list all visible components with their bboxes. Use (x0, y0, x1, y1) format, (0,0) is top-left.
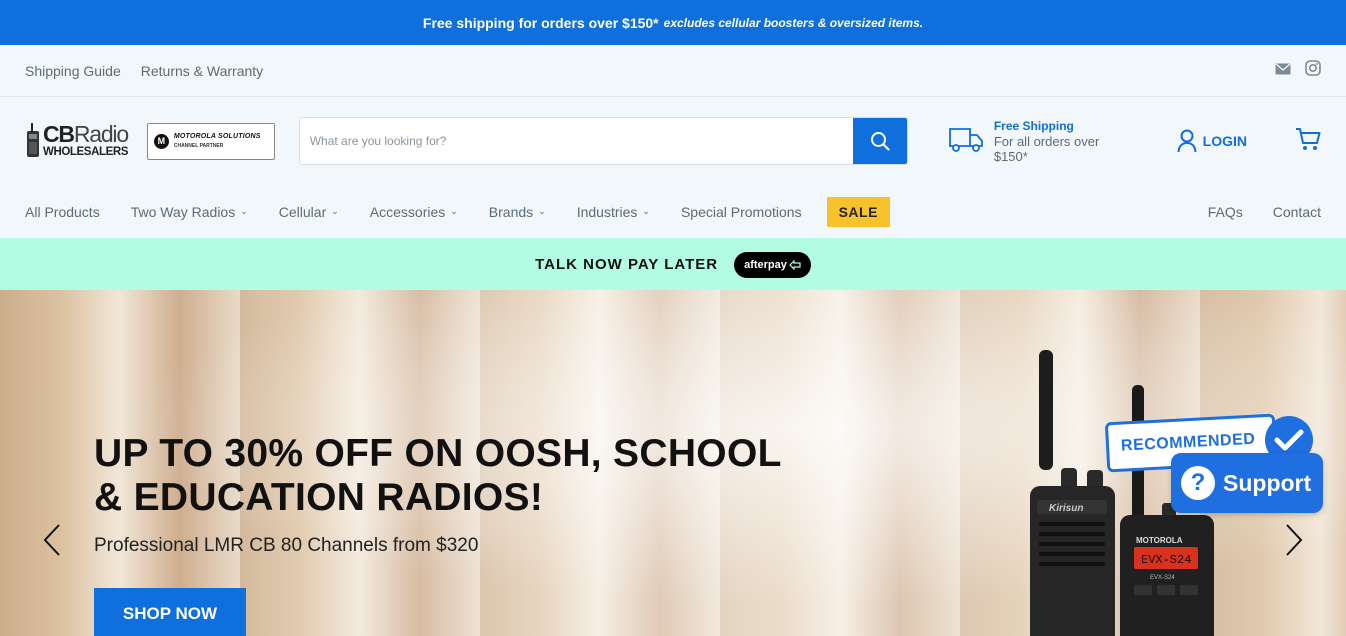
shipping-title: Free Shipping (993, 118, 1074, 133)
truck-icon (948, 125, 984, 158)
logo-text-wholesalers: WHOLESALERS (43, 146, 129, 159)
support-label: Support (1223, 469, 1312, 496)
afterpay-text: TALK NOW PAY LATER (535, 256, 719, 273)
support-chat-button[interactable]: ? Support (1171, 453, 1323, 513)
nav-label: Brands (488, 203, 534, 220)
nav-label: All Products (25, 203, 100, 220)
search-button[interactable] (852, 118, 907, 164)
partner-sub: CHANNEL PARTNER (173, 143, 224, 149)
user-icon (1177, 129, 1197, 153)
nav-special-promotions[interactable]: Special Promotions (681, 204, 802, 220)
social-links (1275, 60, 1321, 81)
partner-brand: MOTOROLA SOLUTIONS (173, 133, 261, 140)
nav-contact[interactable]: Contact (1273, 204, 1321, 220)
nav-industries[interactable]: Industries ⌄ (577, 204, 650, 220)
radio-display: EVX-S24 (1141, 553, 1191, 567)
motorola-brand: MOTOROLA (1136, 536, 1183, 545)
hero-headline-line2: & EDUCATION RADIOS! (94, 476, 544, 519)
afterpay-banner[interactable]: TALK NOW PAY LATER afterpay (0, 238, 1346, 291)
afterpay-badge-label: afterpay (744, 258, 787, 271)
nav-brands[interactable]: Brands ⌄ (489, 204, 546, 220)
kirisun-radio-image: Kirisun (1030, 350, 1115, 636)
kirisun-brand: Kirisun (1049, 503, 1083, 514)
site-header: CBRadio WHOLESALERS M MOTOROLA SOLUTIONS… (0, 97, 1346, 185)
afterpay-badge: afterpay (734, 251, 811, 278)
hero-headline-line1: UP TO 30% OFF ON OOSH, SCHOOL (94, 432, 782, 475)
nav-label: Accessories (369, 203, 446, 220)
nav-label: Special Promotions (680, 203, 802, 220)
nav-sale[interactable]: SALE (826, 196, 890, 227)
announcement-bar: Free shipping for orders over $150* excl… (0, 0, 1346, 45)
shipping-subtitle: For all orders over $150* (993, 133, 1100, 164)
motorola-partner-badge: M MOTOROLA SOLUTIONS CHANNEL PARTNER (146, 122, 275, 160)
nav-label: Industries (576, 203, 638, 220)
login-label: LOGIN (1202, 133, 1247, 149)
radio-logo-icon (25, 123, 41, 159)
announcement-note: excludes cellular boosters & oversized i… (663, 15, 924, 30)
hero-subtitle: Professional LMR CB 80 Channels from $32… (94, 535, 479, 556)
shipping-guide-link[interactable]: Shipping Guide (25, 63, 121, 79)
cart-button[interactable] (1295, 126, 1321, 157)
chevron-down-icon: ⌄ (450, 206, 458, 216)
radio-model: EVX-S24 (1150, 575, 1175, 581)
search-bar (298, 117, 908, 165)
hero-headline: UP TO 30% OFF ON OOSH, SCHOOL & EDUCATIO… (94, 432, 814, 520)
nav-cellular[interactable]: Cellular ⌄ (279, 204, 339, 220)
chevron-down-icon: ⌄ (240, 206, 248, 216)
slider-prev-arrow-icon[interactable] (42, 523, 62, 557)
nav-two-way-radios[interactable]: Two Way Radios ⌄ (131, 204, 248, 220)
announcement-text: Free shipping for orders over $150* (422, 14, 659, 31)
mail-icon[interactable] (1275, 62, 1291, 80)
afterpay-arrows-icon (789, 259, 801, 270)
site-logo[interactable]: CBRadio WHOLESALERS (25, 119, 137, 163)
nav-faqs[interactable]: FAQs (1208, 204, 1243, 220)
nav-label: Cellular (278, 203, 327, 220)
search-input[interactable] (299, 118, 853, 164)
search-icon (870, 132, 890, 151)
login-link[interactable]: LOGIN (1177, 129, 1247, 153)
cart-icon (1296, 127, 1321, 150)
shop-now-button[interactable]: SHOP NOW (94, 588, 246, 636)
utility-bar: Shipping Guide Returns & Warranty (0, 45, 1346, 97)
nav-accessories[interactable]: Accessories ⌄ (370, 204, 458, 220)
returns-warranty-link[interactable]: Returns & Warranty (141, 63, 263, 79)
chevron-down-icon: ⌄ (642, 206, 650, 216)
slider-next-arrow-icon[interactable] (1284, 523, 1304, 557)
chevron-down-icon: ⌄ (538, 206, 546, 216)
motorola-logo-icon: M (153, 133, 169, 149)
nav-all-products[interactable]: All Products (25, 204, 100, 220)
logo-text-cb: CB (43, 121, 75, 148)
free-shipping-promo: Free Shipping For all orders over $150* (948, 119, 1137, 164)
main-nav: All Products Two Way Radios ⌄ Cellular ⌄ A… (0, 185, 1346, 238)
logo-text-radio: Radio (73, 121, 129, 148)
help-question-icon: ? (1181, 466, 1215, 500)
instagram-icon[interactable] (1305, 60, 1321, 81)
nav-label: Two Way Radios (130, 203, 236, 220)
chevron-down-icon: ⌄ (331, 206, 339, 216)
